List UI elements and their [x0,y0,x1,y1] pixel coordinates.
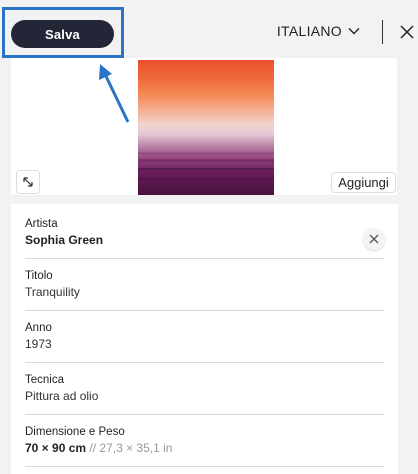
chevron-down-icon [348,28,360,35]
year-field: Anno 1973 [25,322,384,351]
top-bar: Salva ITALIANO [0,0,418,64]
artist-value[interactable]: Sophia Green [25,233,384,247]
divider [25,362,384,363]
dimensions-value[interactable]: 70 × 90 cm // 27,3 × 35,1 in [25,441,384,455]
technique-field: Tecnica Pittura ad olio [25,374,384,403]
divider [25,466,384,467]
add-button[interactable]: Aggiungi [331,172,396,193]
year-value[interactable]: 1973 [25,337,384,351]
expand-icon[interactable] [16,170,40,194]
divider [25,258,384,259]
technique-value[interactable]: Pittura ad olio [25,389,384,403]
artist-label: Artista [25,218,58,230]
image-card: Aggiungi [11,58,397,195]
clear-icon [369,234,379,244]
header-divider [382,20,383,44]
title-field: Titolo Tranquility [25,270,384,299]
title-value[interactable]: Tranquility [25,285,384,299]
title-label: Titolo [25,270,53,282]
year-label: Anno [25,322,52,334]
details-panel: Artista Sophia Green Titolo Tranquility … [11,204,398,474]
dimensions-in: // 27,3 × 35,1 in [86,441,173,455]
artist-field: Artista Sophia Green [25,218,384,247]
dimensions-field: Dimensione e Peso 70 × 90 cm // 27,3 × 3… [25,426,384,455]
dimensions-cm: 70 × 90 cm [25,441,87,455]
technique-label: Tecnica [25,374,64,386]
save-button[interactable]: Salva [11,20,114,48]
language-label: ITALIANO [276,23,342,39]
annotation-arrow [99,64,130,123]
close-icon[interactable] [396,21,418,43]
divider [25,414,384,415]
dimensions-label: Dimensione e Peso [25,426,125,438]
clear-artist-button[interactable] [363,228,385,250]
divider [25,310,384,311]
artwork-image[interactable] [138,60,274,195]
language-selector[interactable]: ITALIANO [277,23,360,39]
